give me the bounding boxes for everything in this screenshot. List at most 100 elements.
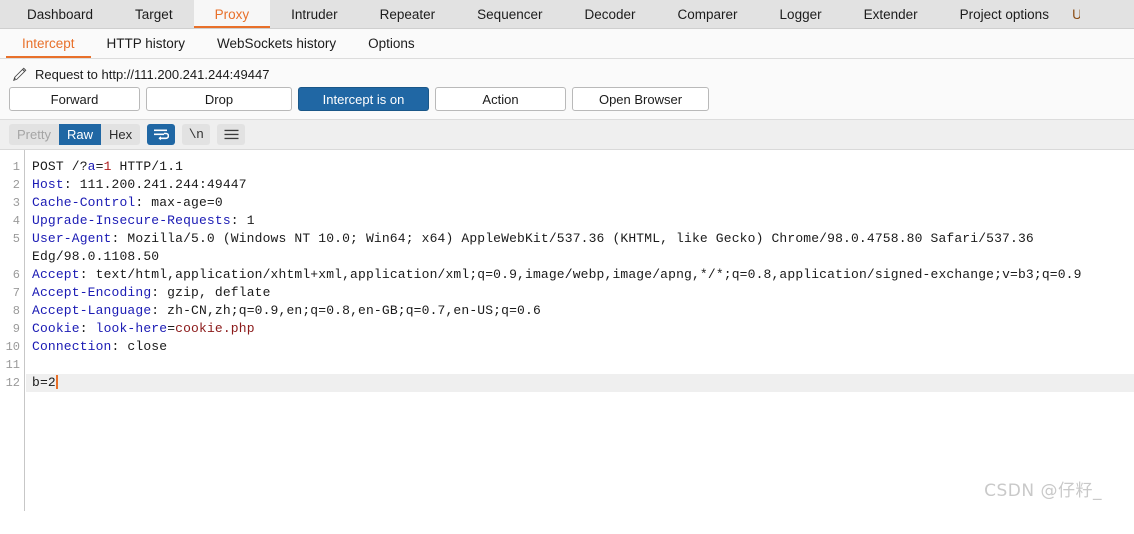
word-wrap-icon[interactable]: [147, 124, 176, 145]
newline-glyph: \n: [188, 127, 204, 142]
tab-target[interactable]: Target: [114, 0, 194, 28]
tab-label: Decoder: [584, 6, 636, 22]
code-token: : max-age=0: [135, 195, 223, 210]
button-label: Intercept is on: [322, 91, 405, 107]
code-line[interactable]: [26, 356, 1134, 374]
subtab-label: WebSockets history: [217, 36, 337, 51]
code-line[interactable]: User-Agent: Mozilla/5.0 (Windows NT 10.0…: [26, 230, 1134, 248]
forward-button[interactable]: Forward: [9, 87, 140, 111]
code-token: : text/html,application/xhtml+xml,applic…: [79, 267, 1082, 282]
code-line[interactable]: Accept-Encoding: gzip, deflate: [26, 284, 1134, 302]
line-number: 10: [5, 340, 20, 354]
line-number: 5: [12, 232, 20, 246]
code-token: Upgrade-Insecure-Requests: [32, 213, 231, 228]
code-token: a: [87, 159, 96, 174]
code-token: : 111.200.241.244:49447: [63, 177, 247, 192]
line-number: 1: [12, 160, 20, 174]
subtab-http-history[interactable]: HTTP history: [91, 29, 202, 58]
button-label: Drop: [204, 91, 234, 107]
code-token: HTTP/1.1: [111, 159, 184, 174]
code-line[interactable]: POST /?a=1 HTTP/1.1: [26, 158, 1134, 176]
proxy-sub-tab-bar: Intercept HTTP history WebSockets history O…: [0, 29, 1134, 59]
code-token: POST /?: [32, 159, 88, 174]
code-token: =: [167, 321, 176, 336]
subtab-label: HTTP history: [106, 36, 186, 51]
tab-repeater[interactable]: Repeater: [359, 0, 457, 28]
view-mode-bar: Pretty Raw Hex \n: [0, 120, 1134, 150]
tab-label: Comparer: [677, 6, 738, 22]
subtab-websockets-history[interactable]: WebSockets history: [201, 29, 352, 58]
code-token: Host: [32, 177, 64, 192]
subtab-label: Intercept: [22, 36, 75, 51]
button-label: Action: [482, 91, 519, 107]
tab-label: Extender: [863, 6, 918, 22]
line-number: 11: [5, 358, 20, 372]
request-action-panel: Request to http://111.200.241.244:49447 …: [0, 59, 1134, 120]
action-button[interactable]: Action: [435, 87, 566, 111]
line-number: 8: [12, 304, 20, 318]
tab-label: Sequencer: [477, 6, 543, 22]
button-label: Open Browser: [598, 91, 683, 107]
view-mode-hex[interactable]: Hex: [100, 124, 141, 145]
tab-comparer[interactable]: Comparer: [657, 0, 759, 28]
request-title-row: Request to http://111.200.241.244:49447: [0, 65, 1134, 87]
line-number: 6: [12, 268, 20, 282]
tab-label: Project options: [959, 6, 1049, 22]
drop-button[interactable]: Drop: [146, 87, 292, 111]
text-caret: [55, 375, 58, 389]
code-token: 1: [103, 159, 112, 174]
button-label: Forward: [50, 91, 99, 107]
tab-decoder[interactable]: Decoder: [563, 0, 656, 28]
code-token: Cache-Control: [32, 195, 136, 210]
hamburger-glyph: [224, 129, 239, 140]
code-token: b=2: [32, 375, 56, 390]
line-number: 3: [12, 196, 20, 210]
subtab-options[interactable]: Options: [352, 29, 431, 58]
tab-extender[interactable]: Extender: [843, 0, 939, 28]
word-wrap-glyph: [154, 129, 170, 140]
view-mode-raw[interactable]: Raw: [58, 124, 101, 145]
intercept-is-on-button[interactable]: Intercept is on: [298, 87, 429, 111]
code-line[interactable]: b=2: [26, 374, 1134, 392]
code-token: :: [79, 321, 96, 336]
line-number-gutter: 1 2 3 4 5 6 7 8 9 10 11 12: [0, 150, 25, 511]
main-tab-bar: Dashboard Target Proxy Intruder Repeater Sequ…: [0, 0, 1134, 29]
code-line[interactable]: Accept: text/html,application/xhtml+xml,…: [26, 266, 1134, 284]
tab-u[interactable]: U: [1070, 0, 1080, 28]
tab-proxy[interactable]: Proxy: [193, 0, 271, 28]
line-number: 2: [12, 178, 20, 192]
code-token: : close: [111, 339, 168, 354]
code-line[interactable]: Upgrade-Insecure-Requests: 1: [26, 212, 1134, 230]
tab-logger[interactable]: Logger: [759, 0, 843, 28]
code-token: : gzip, deflate: [151, 285, 271, 300]
tab-project-options[interactable]: Project options: [939, 0, 1070, 28]
tab-dashboard[interactable]: Dashboard: [6, 0, 114, 28]
request-editor[interactable]: 1 2 3 4 5 6 7 8 9 10 11 12 POST /?a=1 HTTP/1.1 Host:…: [0, 150, 1134, 511]
code-token: cookie.php: [175, 321, 255, 336]
code-line[interactable]: Cache-Control: max-age=0: [26, 194, 1134, 212]
code-line[interactable]: Host: 111.200.241.244:49447: [26, 176, 1134, 194]
view-mode-pretty[interactable]: Pretty: [9, 124, 59, 145]
line-number: 7: [12, 286, 20, 300]
tab-label: Logger: [779, 6, 822, 22]
show-newlines-icon[interactable]: \n: [182, 124, 211, 145]
line-number: [0, 248, 24, 266]
code-line[interactable]: Accept-Language: zh-CN,zh;q=0.9,en;q=0.8…: [26, 302, 1134, 320]
code-line[interactable]: Connection: close: [26, 338, 1134, 356]
tab-label: Dashboard: [27, 6, 94, 22]
code-token: : 1: [230, 213, 255, 228]
code-line[interactable]: Edg/98.0.1108.50: [26, 248, 1134, 266]
subtab-intercept[interactable]: Intercept: [6, 29, 91, 58]
request-code-area[interactable]: POST /?a=1 HTTP/1.1 Host: 111.200.241.244…: [26, 150, 1134, 511]
tab-sequencer[interactable]: Sequencer: [456, 0, 563, 28]
tab-intruder[interactable]: Intruder: [270, 0, 359, 28]
menu-icon[interactable]: [217, 124, 246, 145]
subtab-label: Options: [368, 36, 415, 51]
line-number: 4: [12, 214, 20, 228]
code-line[interactable]: Cookie: look-here=cookie.php: [26, 320, 1134, 338]
line-number: 12: [5, 376, 20, 390]
code-token: Accept-Language: [32, 303, 152, 318]
open-browser-button[interactable]: Open Browser: [572, 87, 709, 111]
code-token: look-here: [95, 321, 168, 336]
tab-label: U: [1072, 7, 1080, 22]
